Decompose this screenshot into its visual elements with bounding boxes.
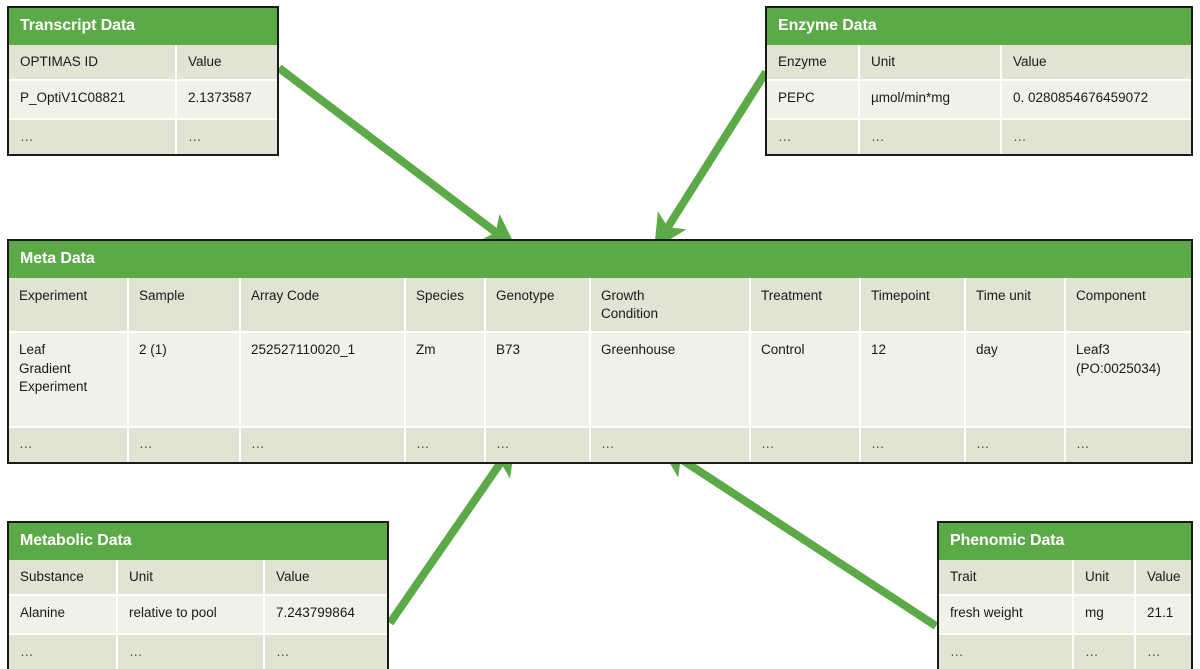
- table-cell: 2.1373587: [177, 81, 277, 119]
- table-grid-phenomic: Trait Unit Value fresh weight mg 21.1 … …: [939, 560, 1191, 669]
- table-cell-ellipsis: …: [486, 428, 589, 462]
- column-header: Value: [1136, 560, 1191, 595]
- table-cell: 252527110020_1: [241, 333, 404, 427]
- table-cell: 2 (1): [129, 333, 239, 427]
- table-cell: µmol/min*mg: [860, 81, 1000, 119]
- table-cell: 7.243799864: [265, 596, 387, 634]
- table-title-phenomic: Phenomic Data: [939, 523, 1191, 560]
- column-header: Unit: [860, 45, 1000, 80]
- table-cell-ellipsis: …: [265, 635, 387, 669]
- table-cell-ellipsis: …: [1136, 635, 1191, 669]
- table-title-transcript: Transcript Data: [9, 8, 277, 45]
- table-cell-ellipsis: …: [129, 428, 239, 462]
- table-cell: 12: [861, 333, 964, 427]
- table-cell: mg: [1074, 596, 1134, 634]
- table-cell-ellipsis: …: [861, 428, 964, 462]
- table-cell-ellipsis: …: [177, 120, 277, 155]
- table-cell-ellipsis: …: [9, 635, 116, 669]
- arrow-metabolic-to-meta: [386, 441, 516, 626]
- table-cell: Greenhouse: [591, 333, 749, 427]
- diagram-canvas: Transcript Data OPTIMAS ID Value P_OptiV…: [0, 0, 1200, 669]
- table-cell-ellipsis: …: [241, 428, 404, 462]
- table-cell: PEPC: [767, 81, 858, 119]
- table-cell-ellipsis: …: [1002, 120, 1191, 155]
- table-cell: Leaf3 (PO:0025034): [1066, 333, 1191, 427]
- table-cell-ellipsis: …: [118, 635, 263, 669]
- table-cell-ellipsis: …: [860, 120, 1000, 155]
- column-header: Unit: [118, 560, 263, 595]
- table-enzyme-data: Enzyme Data Enzyme Unit Value PEPC µmol/…: [765, 6, 1193, 157]
- table-cell: 21.1: [1136, 596, 1191, 634]
- column-header: Array Code: [241, 278, 404, 332]
- table-transcript-data: Transcript Data OPTIMAS ID Value P_OptiV…: [7, 6, 279, 157]
- table-title-meta: Meta Data: [9, 241, 1191, 278]
- table-cell: P_OptiV1C08821: [9, 81, 175, 119]
- arrow-phenomic-to-meta: [659, 444, 939, 630]
- table-cell-ellipsis: …: [9, 428, 127, 462]
- table-cell: fresh weight: [939, 596, 1072, 634]
- column-header: OPTIMAS ID: [9, 45, 175, 80]
- table-cell-ellipsis: …: [1074, 635, 1134, 669]
- arrow-transcript-to-meta: [276, 64, 517, 248]
- column-header: Value: [265, 560, 387, 595]
- column-header: Trait: [939, 560, 1072, 595]
- table-grid-metabolic: Substance Unit Value Alanine relative to…: [9, 560, 387, 669]
- table-cell: Leaf Gradient Experiment: [9, 333, 127, 427]
- column-header: Value: [177, 45, 277, 80]
- table-grid-enzyme: Enzyme Unit Value PEPC µmol/min*mg 0. 02…: [767, 45, 1191, 155]
- table-metabolic-data: Metabolic Data Substance Unit Value Alan…: [7, 521, 389, 669]
- column-header: Substance: [9, 560, 116, 595]
- column-header: Value: [1002, 45, 1191, 80]
- table-cell: 0. 0280854676459072: [1002, 81, 1191, 119]
- table-title-enzyme: Enzyme Data: [767, 8, 1191, 45]
- table-cell-ellipsis: …: [939, 635, 1072, 669]
- column-header: Time unit: [966, 278, 1064, 332]
- table-cell-ellipsis: …: [1066, 428, 1191, 462]
- table-cell: relative to pool: [118, 596, 263, 634]
- table-cell: Zm: [406, 333, 484, 427]
- arrow-enzyme-to-meta: [654, 69, 770, 249]
- table-cell: B73: [486, 333, 589, 427]
- table-cell-ellipsis: …: [406, 428, 484, 462]
- table-meta-data: Meta Data Experiment Sample Array Code S…: [7, 239, 1193, 464]
- table-phenomic-data: Phenomic Data Trait Unit Value fresh wei…: [937, 521, 1193, 669]
- table-cell: day: [966, 333, 1064, 427]
- column-header: Treatment: [751, 278, 859, 332]
- column-header: Experiment: [9, 278, 127, 332]
- column-header: Growth Condition: [591, 278, 749, 332]
- table-cell: Control: [751, 333, 859, 427]
- table-cell-ellipsis: …: [591, 428, 749, 462]
- table-cell: Alanine: [9, 596, 116, 634]
- column-header: Enzyme: [767, 45, 858, 80]
- table-cell-ellipsis: …: [751, 428, 859, 462]
- column-header: Component: [1066, 278, 1191, 332]
- table-cell-ellipsis: …: [966, 428, 1064, 462]
- table-cell-ellipsis: …: [767, 120, 858, 155]
- column-header: Sample: [129, 278, 239, 332]
- table-grid-meta: Experiment Sample Array Code Species Gen…: [9, 278, 1191, 462]
- column-header: Unit: [1074, 560, 1134, 595]
- table-title-metabolic: Metabolic Data: [9, 523, 387, 560]
- table-grid-transcript: OPTIMAS ID Value P_OptiV1C08821 2.137358…: [9, 45, 277, 155]
- column-header: Timepoint: [861, 278, 964, 332]
- column-header: Species: [406, 278, 484, 332]
- column-header: Genotype: [486, 278, 589, 332]
- table-cell-ellipsis: …: [9, 120, 175, 155]
